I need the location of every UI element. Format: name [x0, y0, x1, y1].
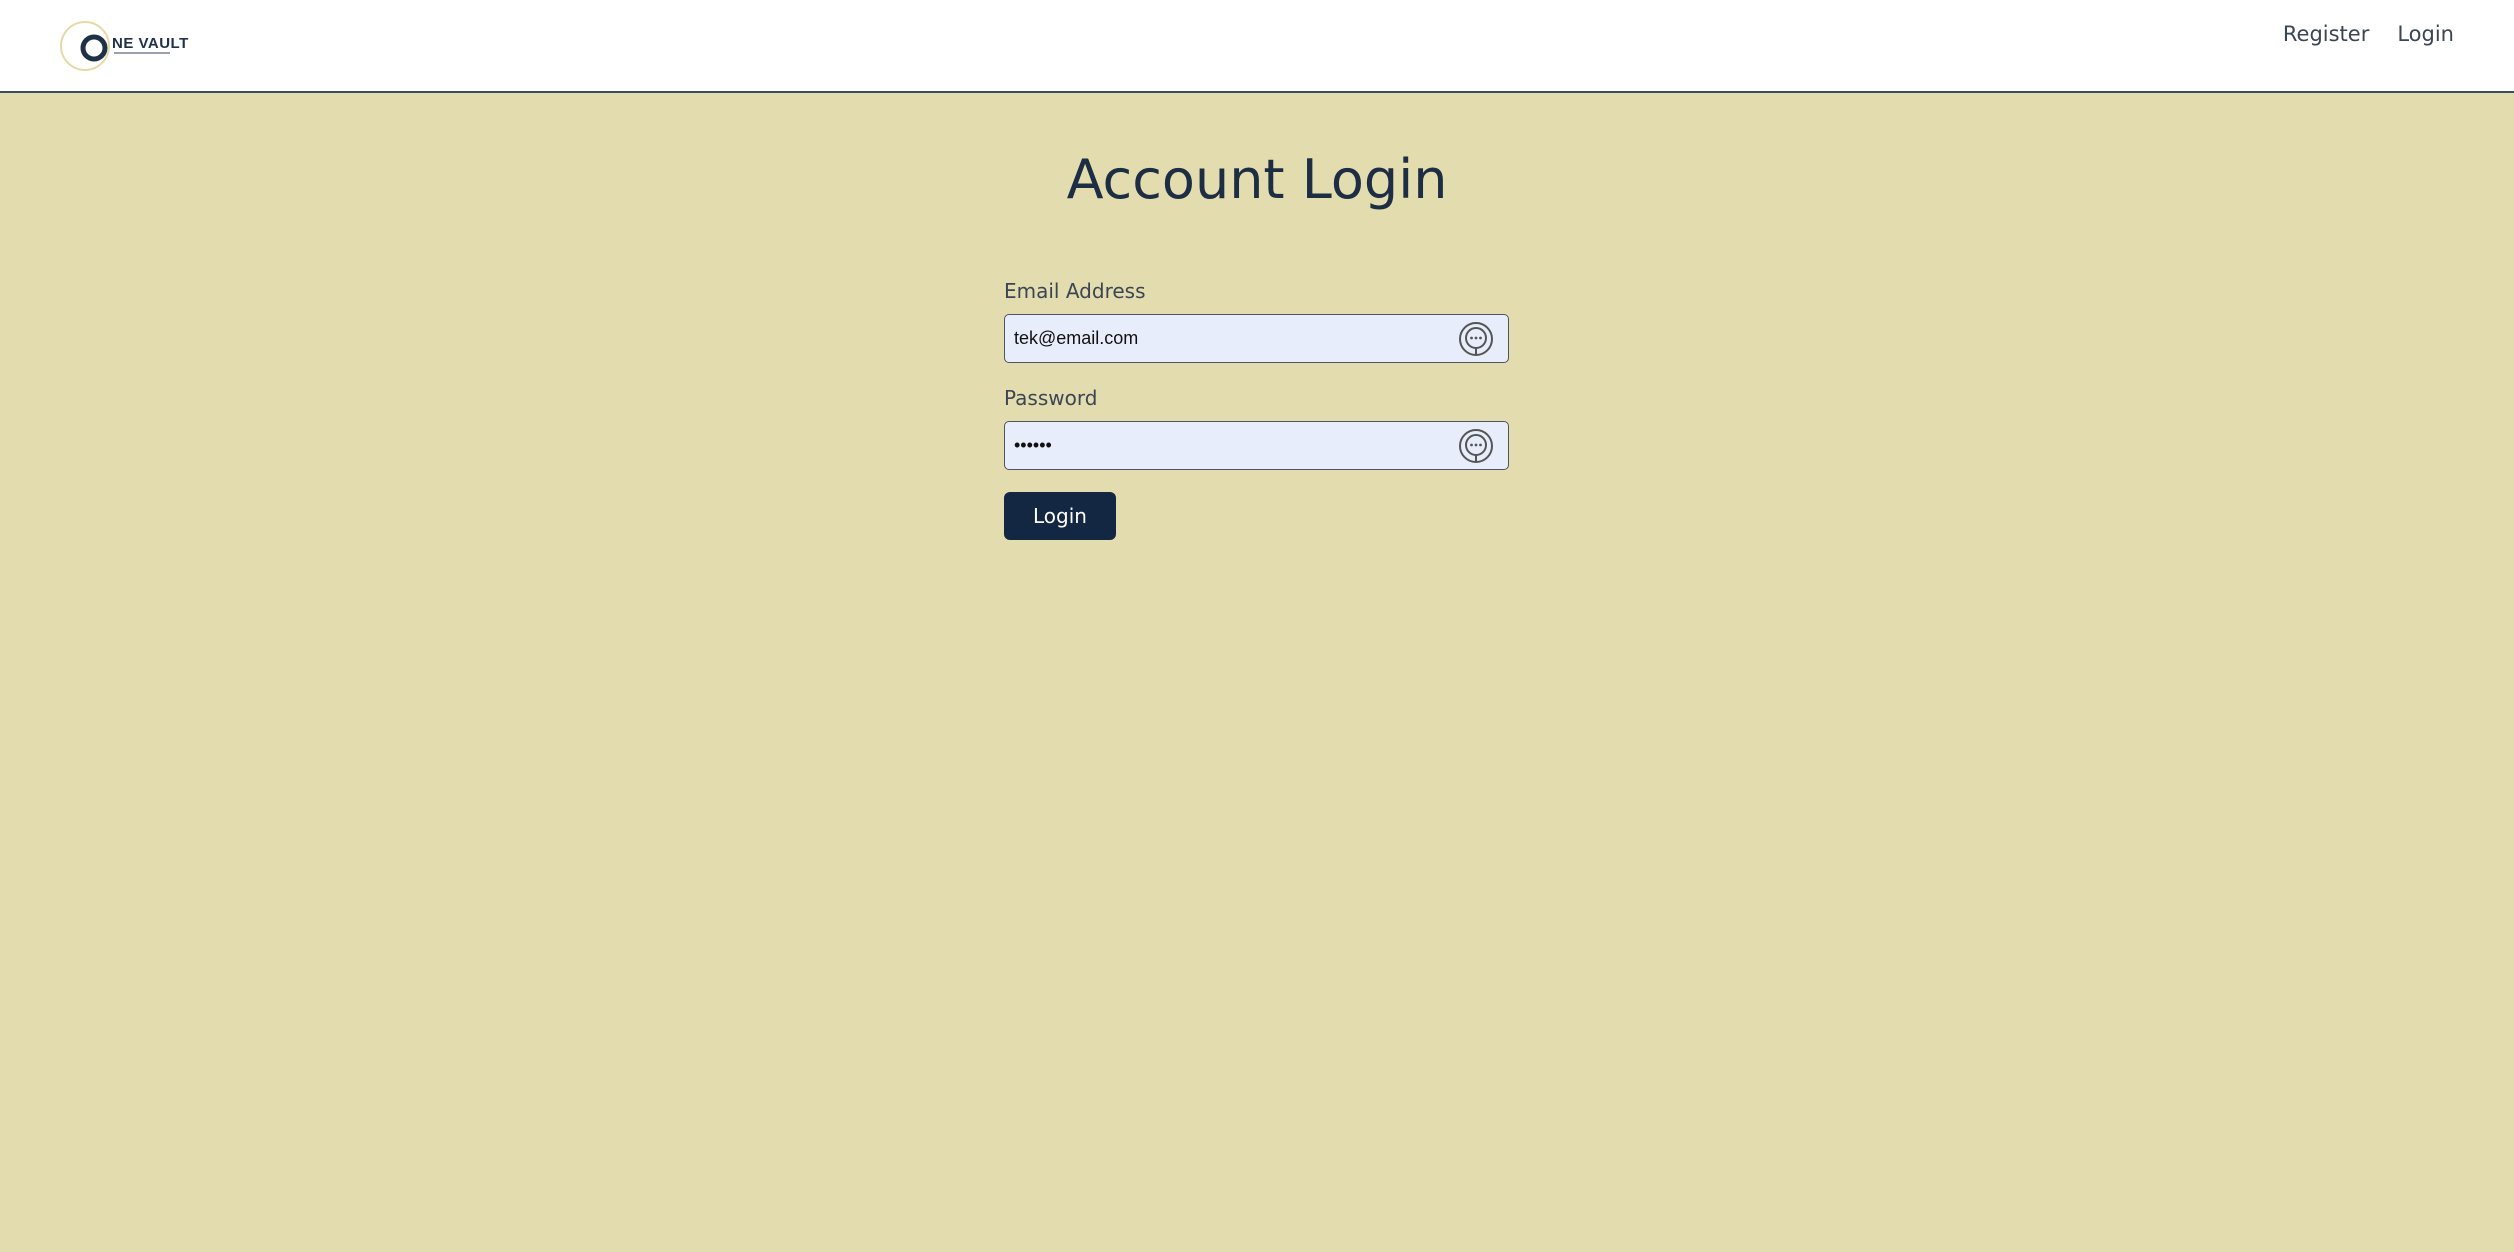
password-manager-icon[interactable] [1458, 428, 1494, 464]
email-input[interactable] [1004, 314, 1509, 363]
logo-tagline-line [114, 52, 170, 54]
login-button[interactable]: Login [1004, 492, 1116, 540]
email-field-wrap [1004, 314, 1509, 363]
password-input[interactable] [1004, 421, 1509, 470]
nav-links: Register Login [2283, 22, 2454, 46]
nav-login-link[interactable]: Login [2397, 22, 2454, 46]
password-field-wrap [1004, 421, 1509, 470]
logo-text: NE VAULT [112, 35, 189, 52]
nav-register-link[interactable]: Register [2283, 22, 2369, 46]
top-navbar: NE VAULT Register Login [0, 0, 2514, 93]
login-form: Email Address Password Login [1004, 276, 1509, 540]
password-manager-icon[interactable] [1458, 321, 1494, 357]
brand-logo[interactable]: NE VAULT [58, 18, 188, 74]
password-label: Password [1004, 386, 1098, 410]
page-title: Account Login [1066, 148, 1448, 211]
one-vault-logo-icon [60, 21, 110, 71]
email-label: Email Address [1004, 279, 1146, 303]
